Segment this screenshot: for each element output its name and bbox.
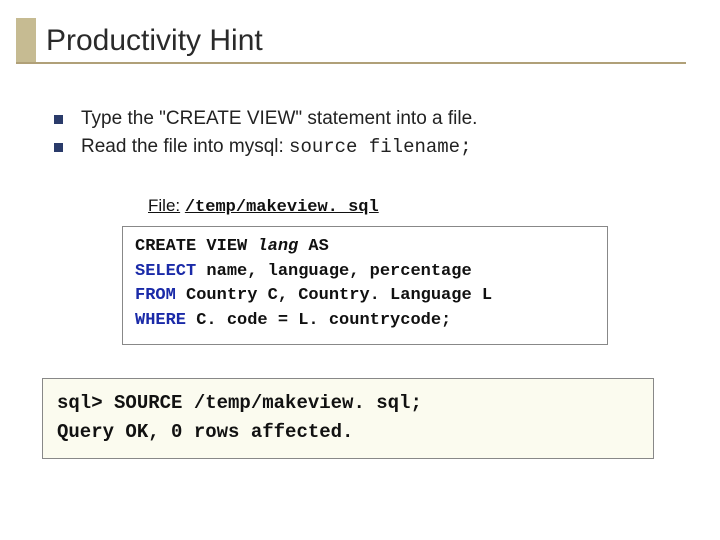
- code-line: CREATE VIEW lang AS: [135, 235, 595, 260]
- code-line: sql> SOURCE /temp/makeview. sql;: [57, 389, 639, 418]
- code-line: SELECT name, language, percentage: [135, 260, 595, 285]
- code-keyword: FROM: [135, 286, 176, 305]
- bullet-text: Read the file into mysql: source filenam…: [81, 136, 471, 158]
- bullet-icon: [54, 143, 63, 152]
- bullet-text: Type the "CREATE VIEW" statement into a …: [81, 108, 477, 130]
- code-text: AS: [298, 237, 329, 256]
- file-label: File:: [148, 196, 180, 215]
- code-ident: lang: [257, 237, 298, 256]
- bullet-list: Type the "CREATE VIEW" statement into a …: [54, 108, 477, 164]
- code-text: C. code = L. countrycode;: [186, 311, 451, 330]
- code-block-sql: CREATE VIEW lang AS SELECT name, languag…: [122, 226, 608, 345]
- bullet-code: source filename;: [289, 136, 471, 158]
- file-label-row: File: /temp/makeview. sql: [148, 196, 379, 217]
- list-item: Type the "CREATE VIEW" statement into a …: [54, 108, 477, 130]
- code-block-terminal: sql> SOURCE /temp/makeview. sql; Query O…: [42, 378, 654, 459]
- code-line: Query OK, 0 rows affected.: [57, 418, 639, 447]
- code-line: WHERE C. code = L. countrycode;: [135, 309, 595, 334]
- list-item: Read the file into mysql: source filenam…: [54, 136, 477, 158]
- code-text: CREATE VIEW: [135, 237, 257, 256]
- code-keyword: WHERE: [135, 311, 186, 330]
- code-text: name, language, percentage: [196, 262, 471, 281]
- file-path: /temp/makeview. sql: [185, 198, 379, 217]
- bullet-icon: [54, 115, 63, 124]
- code-line: FROM Country C, Country. Language L: [135, 284, 595, 309]
- title-bar: Productivity Hint: [16, 24, 686, 64]
- code-keyword: SELECT: [135, 262, 196, 281]
- bullet-pre: Read the file into mysql:: [81, 136, 289, 157]
- code-text: Country C, Country. Language L: [176, 286, 492, 305]
- slide-title: Productivity Hint: [16, 24, 686, 58]
